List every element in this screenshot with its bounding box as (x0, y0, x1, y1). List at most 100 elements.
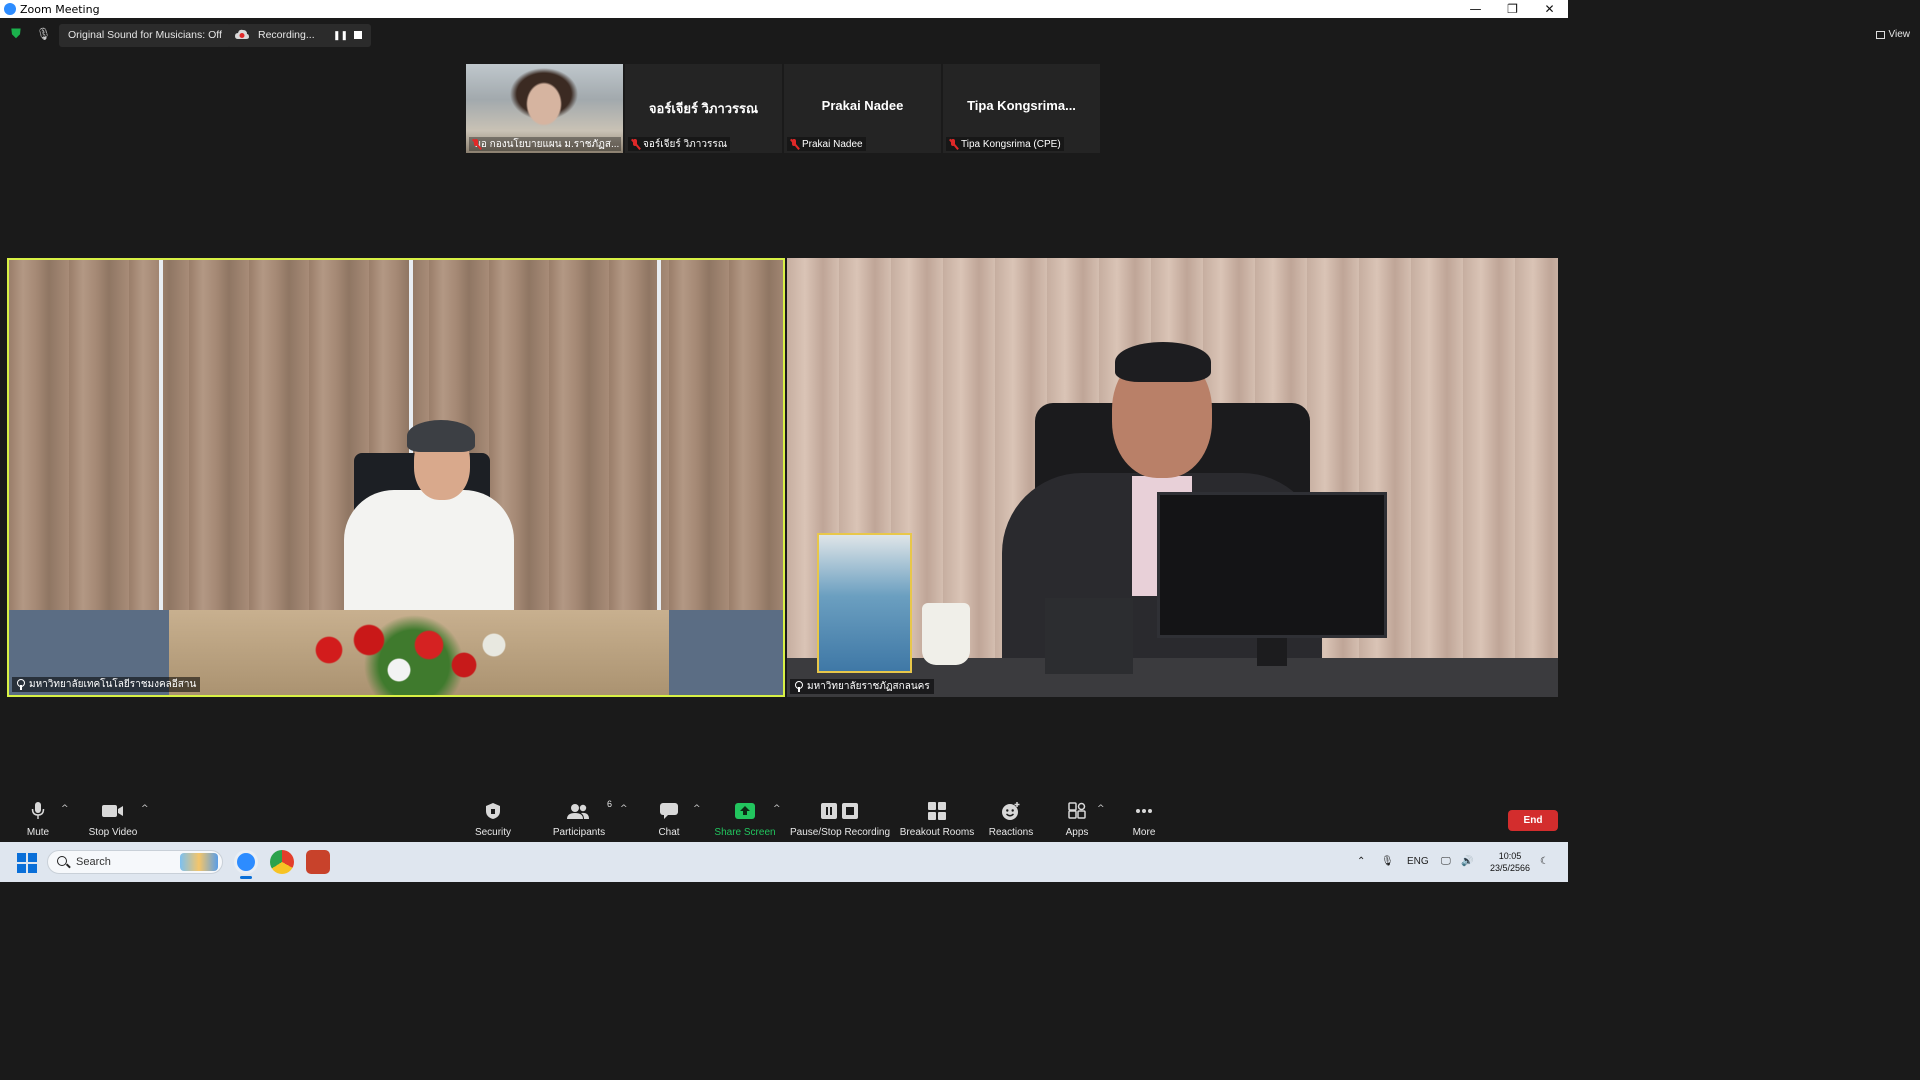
meeting-toolbar: Mute ^ Stop Video ^ Security 6 Participa… (0, 798, 1568, 842)
participant-label: Prakai Nadee (787, 137, 866, 151)
zoom-taskbar-icon[interactable] (234, 850, 258, 874)
recording-indicator: Recording... ❚❚ (227, 24, 371, 47)
windows-start-icon[interactable] (17, 853, 37, 873)
share-options-chevron-icon[interactable]: ^ (773, 804, 781, 814)
search-highlight-icon (180, 853, 218, 871)
video-tile-label: มหาวิทยาลัยเทคโนโลยีราชมงคลอีสาน (12, 677, 201, 692)
stop-recording-button[interactable] (354, 31, 362, 39)
participants-icon (567, 804, 589, 819)
participant-tile-1[interactable]: ผอ กองนโยบายแผน ม.ราชภัฏส... (466, 64, 623, 153)
video-tile-label: มหาวิทยาลัยราชภัฏสกลนคร (790, 679, 934, 694)
clock-time: 10:05 (1498, 851, 1522, 861)
security-label: Security (474, 827, 512, 838)
original-sound-toggle[interactable]: Original Sound for Musicians: Off (59, 24, 231, 47)
participant-name: จอร์เจียร์ วิภาวรรณ (643, 138, 727, 150)
video-camera-icon (102, 805, 123, 817)
breakout-rooms-button[interactable]: Breakout Rooms (900, 798, 974, 842)
tray-volume-icon[interactable]: 🔊 (1461, 850, 1473, 874)
participants-button[interactable]: 6 Participants (552, 798, 612, 842)
powerpoint-taskbar-icon[interactable] (306, 850, 330, 874)
pause-stop-recording-icon (821, 803, 858, 819)
tray-overflow-chevron-icon[interactable]: ⌃ (1357, 850, 1365, 874)
active-app-indicator (240, 876, 252, 879)
chat-options-chevron-icon[interactable]: ^ (693, 804, 701, 814)
pin-icon (16, 679, 25, 690)
restore-button[interactable]: ❐ (1494, 0, 1531, 18)
apps-options-chevron-icon[interactable]: ^ (1097, 804, 1105, 814)
reactions-label: Reactions (988, 827, 1034, 838)
reactions-button[interactable]: Reactions (988, 798, 1034, 842)
view-button[interactable]: View (1875, 26, 1911, 44)
security-button[interactable]: Security (474, 798, 512, 842)
participants-count-badge: 6 (607, 799, 613, 809)
video-options-chevron-icon[interactable]: ^ (141, 804, 149, 814)
participant-tile-2[interactable]: จอร์เจียร์ วิภาวรรณ จอร์เจียร์ วิภาวรรณ (625, 64, 782, 153)
participant-label: ผอ กองนโยบายแผน ม.ราชภัฏส... (469, 137, 621, 151)
participant-display-name: Prakai Nadee (821, 98, 904, 113)
mute-button[interactable]: Mute (22, 798, 54, 842)
video-monitor (1157, 492, 1387, 638)
participant-name: Tipa Kongsrima (CPE) (961, 138, 1061, 150)
close-button[interactable]: ✕ (1531, 0, 1568, 18)
chrome-taskbar-icon[interactable] (270, 850, 294, 874)
pause-stop-recording-button[interactable]: Pause/Stop Recording (790, 798, 890, 842)
tray-microphone-icon[interactable]: 🎙 (1381, 850, 1394, 874)
main-video-tile-left[interactable]: มหาวิทยาลัยเทคโนโลยีราชมงคลอีสาน (7, 258, 785, 697)
taskbar-search-box[interactable]: Search (47, 850, 223, 874)
zoom-app-icon (4, 3, 16, 15)
participant-name: ผอ กองนโยบายแผน ม.ราชภัฏส... (475, 138, 620, 150)
mute-label: Mute (26, 827, 50, 838)
view-label: View (1888, 29, 1911, 40)
video-person-hair (1115, 342, 1211, 382)
wall-panel-divider (159, 260, 163, 610)
chat-bubble-icon (660, 803, 678, 819)
participant-tile-3[interactable]: Prakai Nadee Prakai Nadee (784, 64, 941, 153)
pause-recording-button[interactable]: ❚❚ (333, 24, 348, 47)
tray-network-icon[interactable]: 🖵 (1441, 850, 1451, 874)
video-desk-calendar (817, 533, 912, 673)
recording-label: Recording... (258, 29, 315, 41)
clock-date: 23/5/2566 (1489, 863, 1531, 873)
tray-language[interactable]: ENG (1407, 850, 1429, 874)
video-cup (922, 603, 970, 665)
video-participant-name: มหาวิทยาลัยเทคโนโลยีราชมงคลอีสาน (29, 679, 197, 690)
apps-label: Apps (1065, 827, 1089, 838)
share-screen-button[interactable]: Share Screen (714, 798, 776, 842)
audio-options-chevron-icon[interactable]: ^ (61, 804, 69, 814)
participants-label: Participants (552, 827, 606, 838)
breakout-rooms-icon (928, 802, 946, 820)
grid-view-icon (1875, 31, 1885, 39)
muted-mic-icon (790, 138, 799, 150)
video-person-hair (407, 420, 475, 452)
participants-options-chevron-icon[interactable]: ^ (620, 804, 628, 814)
participant-display-name: จอร์เจียร์ วิภาวรรณ (648, 101, 759, 116)
pin-icon (794, 681, 803, 692)
share-screen-label: Share Screen (714, 827, 776, 838)
microphone-status-icon[interactable]: 🎙 (36, 27, 51, 43)
video-speaker-device (1045, 598, 1133, 674)
stop-video-button[interactable]: Stop Video (86, 798, 140, 842)
more-dots-icon (1136, 809, 1152, 813)
encryption-shield-icon[interactable]: ⛊ (9, 28, 23, 42)
stop-video-label: Stop Video (88, 827, 138, 838)
tray-notifications-icon[interactable]: ☾ (1540, 850, 1549, 874)
window-title: Zoom Meeting (20, 2, 100, 16)
participant-tile-4[interactable]: Tipa Kongsrima... Tipa Kongsrima (CPE) (943, 64, 1100, 153)
video-monitor-stand (1257, 638, 1287, 666)
minimize-button[interactable]: — (1457, 0, 1494, 18)
search-icon (57, 856, 67, 866)
more-label: More (1132, 827, 1156, 838)
muted-mic-icon (631, 138, 640, 150)
window-titlebar: Zoom Meeting — ❐ ✕ (0, 0, 1568, 18)
taskbar-clock[interactable]: 10:05 23/5/2566 (1486, 850, 1534, 874)
main-video-tile-right[interactable]: มหาวิทยาลัยราชภัฏสกลนคร (787, 258, 1558, 697)
more-button[interactable]: More (1128, 798, 1160, 842)
reactions-smiley-icon (1002, 802, 1020, 820)
breakout-rooms-label: Breakout Rooms (899, 827, 975, 838)
participant-name: Prakai Nadee (802, 138, 863, 150)
end-meeting-button[interactable]: End (1508, 810, 1558, 831)
apps-button[interactable]: Apps (1062, 798, 1092, 842)
participant-label: Tipa Kongsrima (CPE) (946, 137, 1064, 151)
chat-button[interactable]: Chat (654, 798, 684, 842)
video-person-body (344, 490, 514, 630)
